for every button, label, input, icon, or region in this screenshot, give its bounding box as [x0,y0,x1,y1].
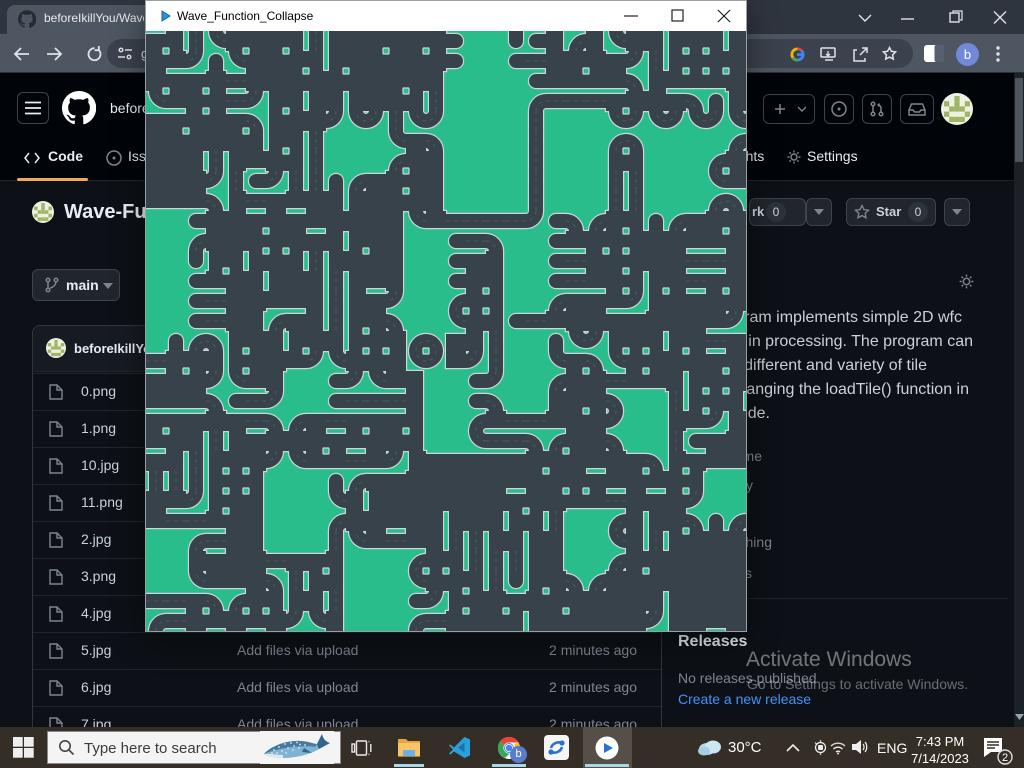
svg-text:2: 2 [1002,752,1008,764]
